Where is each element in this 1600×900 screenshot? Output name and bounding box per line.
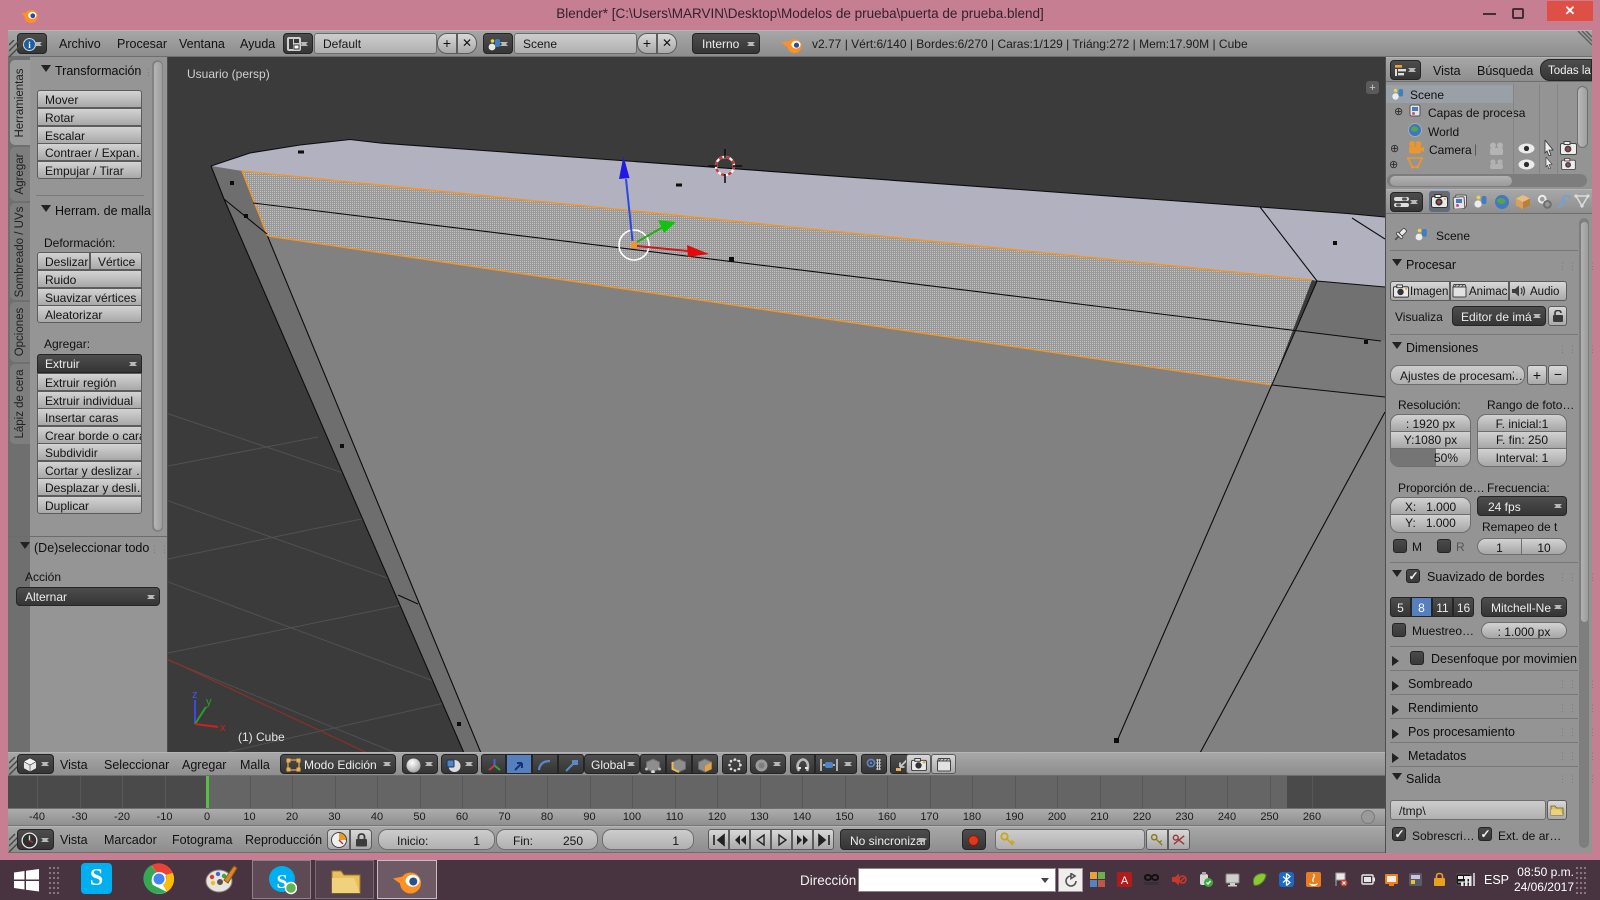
- svg-text:x: x: [220, 722, 226, 734]
- svg-text:A: A: [1121, 875, 1129, 887]
- svg-text:+: +: [1369, 82, 1375, 94]
- svg-text:Usuario (persp): Usuario (persp): [187, 67, 270, 81]
- svg-text:z: z: [192, 689, 198, 701]
- svg-text:(1) Cube: (1) Cube: [238, 730, 285, 744]
- svg-text:y: y: [206, 696, 212, 708]
